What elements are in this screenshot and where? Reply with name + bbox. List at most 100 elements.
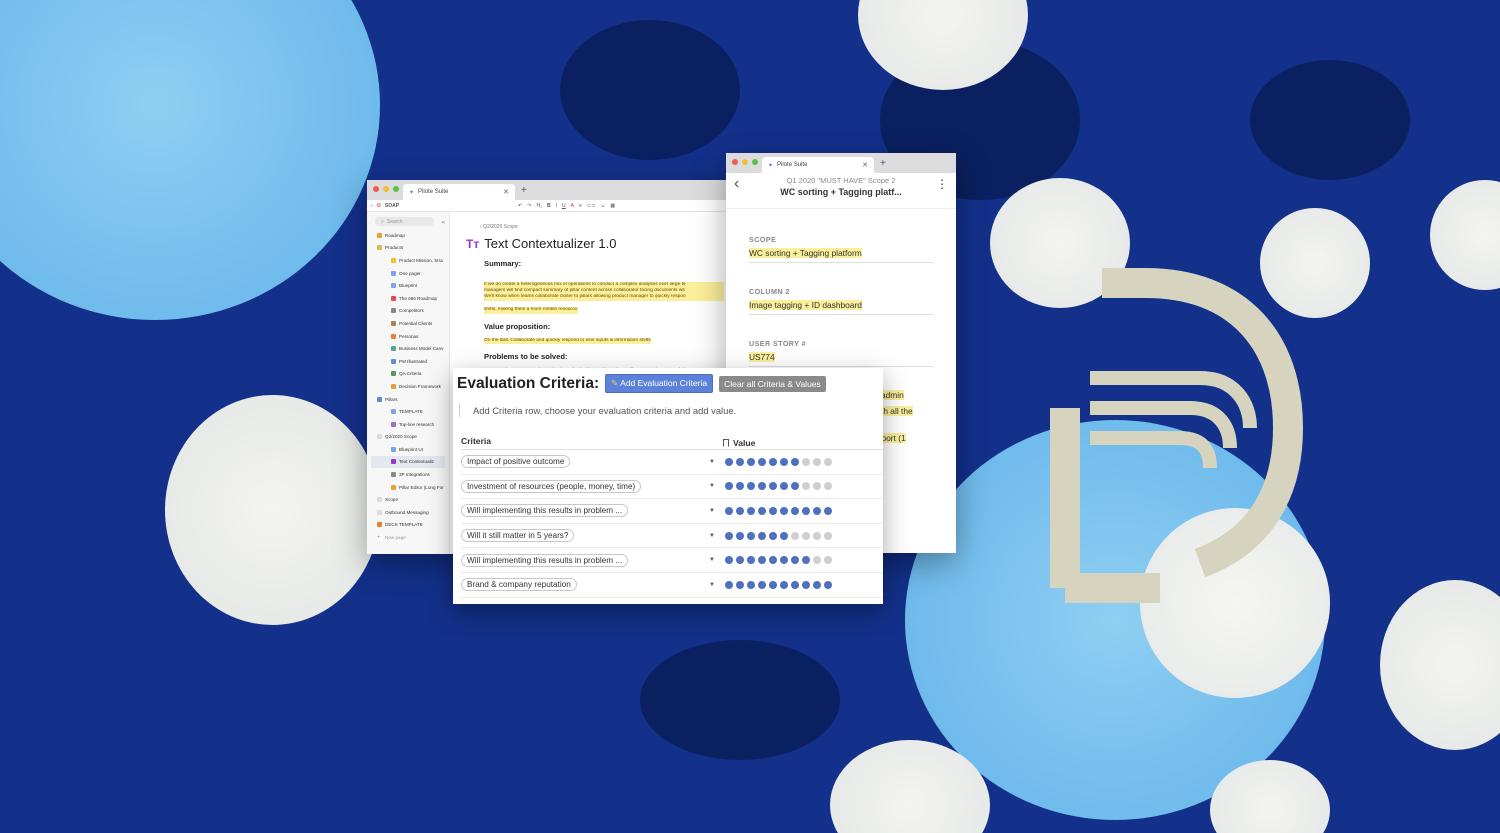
criteria-select[interactable]: Will implementing this results in proble…	[461, 553, 715, 567]
rating-dot[interactable]	[736, 482, 744, 491]
sidebar-item[interactable]: Pillar Editor (Long For	[371, 481, 445, 494]
rating-dot[interactable]	[791, 556, 799, 565]
redo-icon[interactable]: ↷	[527, 203, 531, 209]
rating-dot[interactable]	[791, 482, 799, 491]
rating-dot[interactable]	[780, 482, 788, 491]
rating-dot[interactable]	[802, 556, 810, 565]
rating-dot[interactable]	[769, 506, 777, 515]
rating-dot[interactable]	[791, 457, 799, 466]
rating-dot[interactable]	[824, 457, 832, 466]
sidebar-item[interactable]: TEMPLATE	[371, 405, 445, 418]
sidebar-item[interactable]: QA Criteria	[371, 368, 445, 381]
sidebar-item[interactable]: Decision Framework	[371, 380, 445, 393]
rating-dot[interactable]	[802, 531, 810, 540]
new-tab-button[interactable]: +	[521, 185, 527, 196]
minimize-window-button[interactable]	[742, 159, 748, 165]
rating-dot[interactable]	[758, 457, 766, 466]
rating-dot[interactable]	[791, 531, 799, 540]
rating-dot[interactable]	[791, 580, 799, 589]
criteria-select[interactable]: Impact of positive outcome ▼	[461, 455, 715, 469]
rating-dot[interactable]	[824, 556, 832, 565]
rating-dot[interactable]	[758, 482, 766, 491]
rating-dot[interactable]	[813, 482, 821, 491]
rating-dot[interactable]	[769, 531, 777, 540]
italic-button[interactable]: I	[556, 203, 557, 209]
sidebar-item[interactable]: Scope	[371, 493, 445, 506]
sidebar-item[interactable]: Pillars	[371, 393, 445, 406]
dropdown-caret-icon[interactable]: ▼	[709, 459, 715, 465]
dropdown-caret-icon[interactable]: ▼	[709, 533, 715, 539]
add-evaluation-criteria-button[interactable]: ✎ Add Evaluation Criteria	[605, 374, 714, 393]
sidebar-item[interactable]: Roadmap	[371, 229, 445, 242]
rating-dot[interactable]	[802, 482, 810, 491]
close-window-button[interactable]	[373, 186, 379, 192]
table-icon[interactable]: ▦	[610, 203, 615, 209]
rating-dot[interactable]	[780, 531, 788, 540]
text-color-button[interactable]: A	[571, 203, 574, 209]
sidebar-item[interactable]: Blueprint	[371, 279, 445, 292]
value-heading[interactable]: Value proposition:	[484, 322, 737, 331]
zoom-window-button[interactable]	[393, 186, 399, 192]
rating-dot[interactable]	[736, 556, 744, 565]
sidebar-item[interactable]: Text Contextualiz	[371, 455, 445, 469]
back-chevron-icon[interactable]: ‹	[734, 175, 739, 193]
dropdown-caret-icon[interactable]: ▼	[709, 557, 715, 563]
rating-dot[interactable]	[725, 457, 733, 466]
sidebar-item[interactable]: PM Illustrated	[371, 355, 445, 368]
rating-dot[interactable]	[791, 506, 799, 515]
minimize-window-button[interactable]	[383, 186, 389, 192]
rating-dot[interactable]	[725, 556, 733, 565]
rating-dot[interactable]	[769, 482, 777, 491]
more-options-icon[interactable]: ⋮	[936, 177, 948, 191]
criteria-select[interactable]: Investment of resources (people, money, …	[461, 479, 715, 493]
criteria-select[interactable]: Will it still matter in 5 years? ▼	[461, 529, 715, 543]
collapse-sidebar-icon[interactable]: «	[442, 220, 445, 226]
rating-dot[interactable]	[769, 457, 777, 466]
sidebar-item[interactable]: + New page	[371, 531, 445, 544]
breadcrumb[interactable]: ‹ Q2/2020 Scope	[480, 224, 737, 230]
summary-line[interactable]: We'll know when teams collaborate closer…	[484, 294, 724, 301]
rating-dot[interactable]	[780, 580, 788, 589]
rating-dot[interactable]	[736, 506, 744, 515]
summary-heading[interactable]: Summary:	[484, 259, 737, 268]
rating-dot[interactable]	[780, 506, 788, 515]
sidebar-item[interactable]: Business Model Canv	[371, 342, 445, 355]
dropdown-caret-icon[interactable]: ▼	[709, 483, 715, 489]
rating-dot[interactable]	[725, 580, 733, 589]
rating-dot[interactable]	[780, 457, 788, 466]
rating-dot[interactable]	[769, 580, 777, 589]
rating-dot[interactable]	[758, 531, 766, 540]
sidebar-item[interactable]: Q2/2020 Scope	[371, 431, 445, 444]
rating-dot[interactable]	[813, 506, 821, 515]
rating-dot[interactable]	[747, 580, 755, 589]
sidebar-item[interactable]: Personas	[371, 330, 445, 343]
clear-criteria-button[interactable]: Clear all Criteria & Values	[719, 375, 826, 392]
rating-dot[interactable]	[736, 531, 744, 540]
field-value[interactable]: US774	[749, 352, 933, 367]
close-window-button[interactable]	[732, 159, 738, 165]
dropdown-caret-icon[interactable]: ▼	[709, 508, 715, 514]
value-line[interactable]: On the Ball. Collaborate and quickly res…	[484, 337, 651, 344]
rating-dot[interactable]	[813, 580, 821, 589]
rating-dot[interactable]	[780, 556, 788, 565]
chevron-left-icon[interactable]: ‹	[371, 203, 373, 209]
rating-dot[interactable]	[725, 531, 733, 540]
rating-dot[interactable]	[802, 580, 810, 589]
emoji-icon[interactable]: ☺	[600, 203, 605, 209]
problems-heading[interactable]: Problems to be solved:	[484, 352, 737, 361]
field-value[interactable]: Image tagging + ID dashboard	[749, 300, 933, 315]
rating-dot[interactable]	[736, 457, 744, 466]
rating-dot[interactable]	[747, 531, 755, 540]
zoom-window-button[interactable]	[752, 159, 758, 165]
browser-tab[interactable]: ✦ Pilote Suite ✕	[403, 184, 515, 200]
rating-dot[interactable]	[747, 506, 755, 515]
rating-dot[interactable]	[758, 580, 766, 589]
bold-button[interactable]: B	[547, 203, 551, 209]
rating-dot[interactable]	[758, 506, 766, 515]
sidebar-item[interactable]: Blueprint UI	[371, 443, 445, 456]
rating-dot[interactable]	[813, 457, 821, 466]
sidebar-item[interactable]: Outbound Messaging	[371, 506, 445, 519]
rating-dot[interactable]	[769, 556, 777, 565]
rating-dot[interactable]	[802, 506, 810, 515]
underline-button[interactable]: U	[562, 203, 566, 209]
